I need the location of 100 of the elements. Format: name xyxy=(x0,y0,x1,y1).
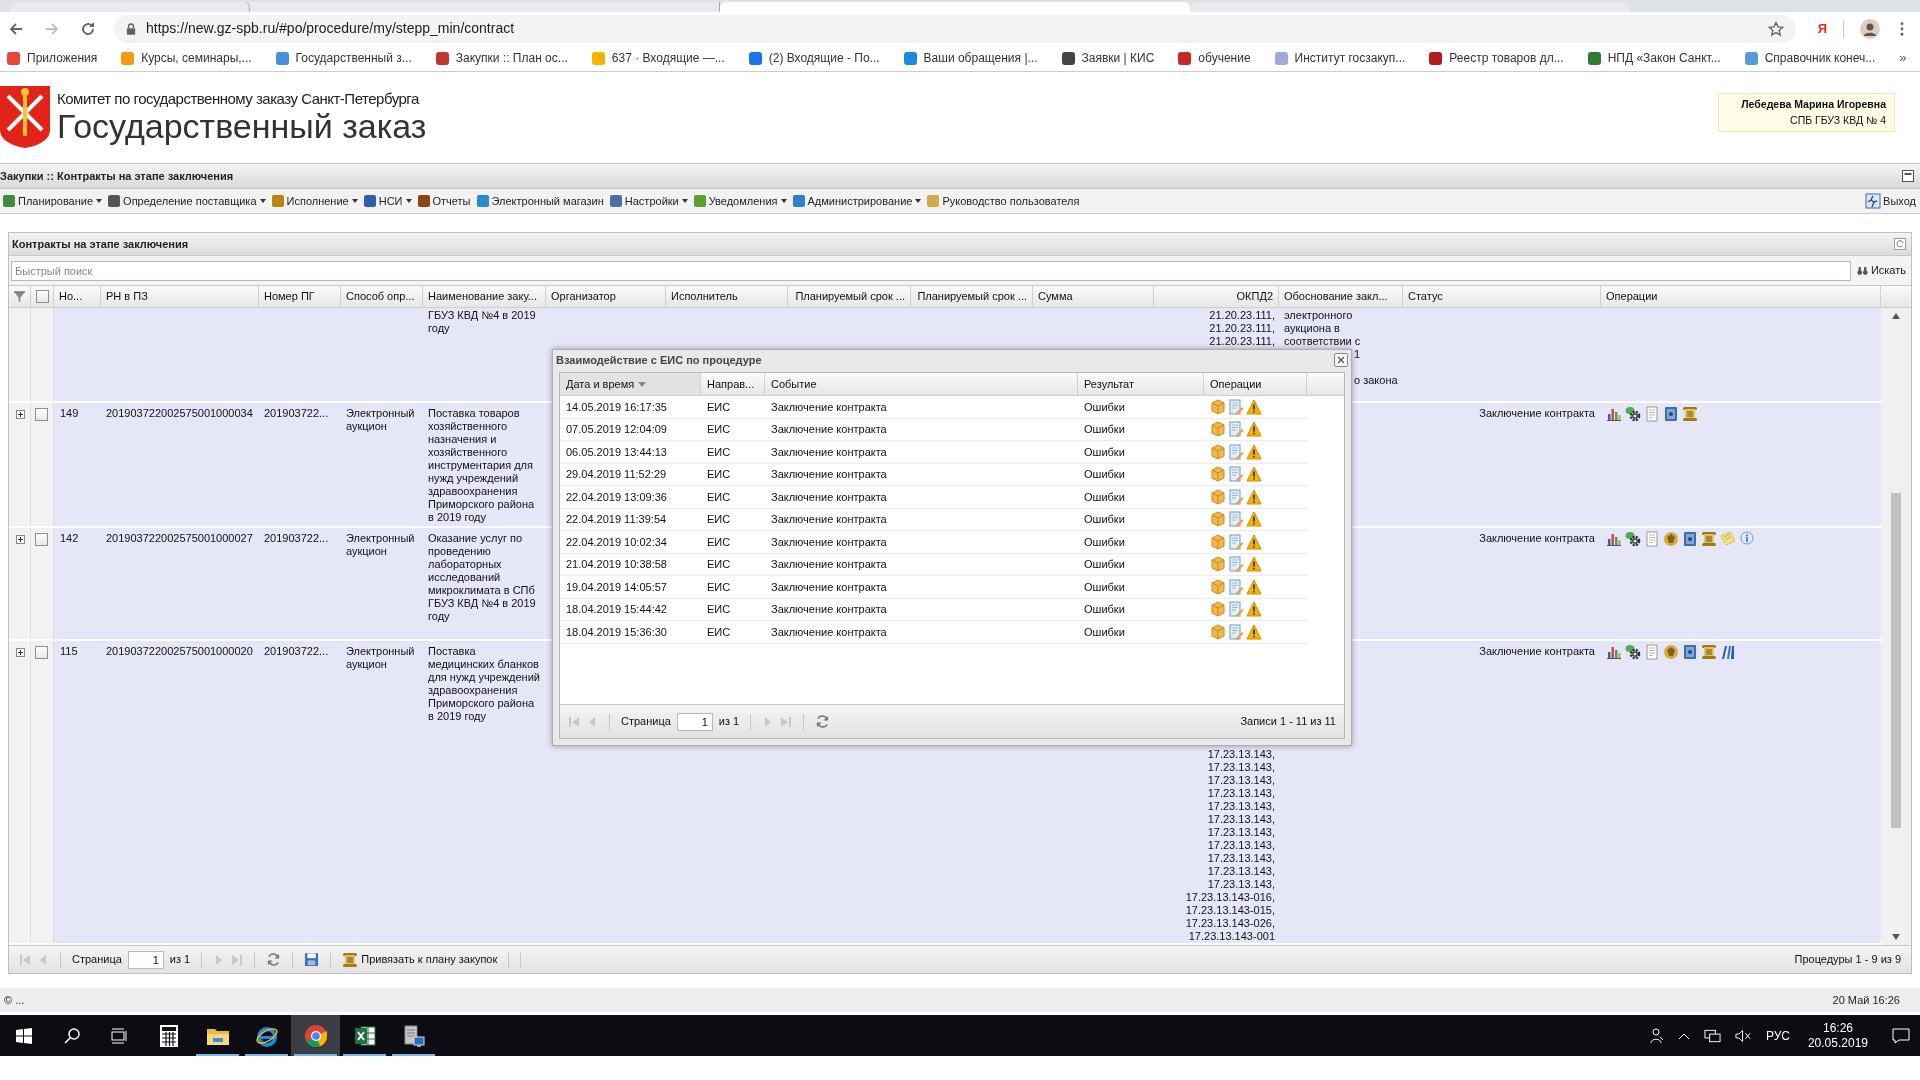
result-cell-text: Ошибки xyxy=(1083,602,1126,617)
event-cell-text: Заключение контракта xyxy=(770,422,888,437)
okpd-code: 17.23.13.143-016, xyxy=(1185,891,1275,904)
event-cell-text: Заключение контракта xyxy=(770,557,888,572)
event-cell-text: Заключение контракта xyxy=(770,579,888,595)
plan-number: 201903722... xyxy=(263,531,330,545)
event-cell-text: Заключение контракта xyxy=(770,399,888,415)
records-summary: Процедуры 1 - 9 из 9 xyxy=(1794,952,1901,968)
event-cell-text: Заключение контракта xyxy=(770,489,888,505)
direction-cell-text: ЕИС xyxy=(706,602,732,617)
okpd-code: 21.20.23.111, xyxy=(1209,322,1275,335)
date-time-cell-text: 22.04.2019 13:09:36 xyxy=(565,489,668,505)
date-time-cell-text: 18.04.2019 15:36:30 xyxy=(565,624,668,640)
registry-number: 201903722002575001000027 xyxy=(105,531,254,545)
event-cell-text: Заключение контракта xyxy=(770,444,888,460)
user-organization: СПБ ГБУЗ КВД № 4 xyxy=(1790,112,1886,128)
result-cell-text: Ошибки xyxy=(1083,422,1126,437)
procurement-method: Электронный аукцион xyxy=(345,531,416,558)
direction-cell-text: ЕИС xyxy=(706,467,732,482)
result-cell-text: Ошибки xyxy=(1083,444,1126,460)
event-cell-text: Заключение контракта xyxy=(770,467,888,482)
user-name: Лебедева Марина Игоревна xyxy=(1741,96,1886,112)
procurement-method: Электронный аукцион xyxy=(345,406,416,433)
row-number: 115 xyxy=(59,644,79,658)
procurement-name: ГБУЗ КВД №4 в 2019 году xyxy=(427,308,537,335)
organization-title: Комитет по государственному заказу Санкт-Петербурга xyxy=(57,90,421,108)
direction-cell-text: ЕИС xyxy=(706,422,732,437)
page-count: из 1 xyxy=(718,714,740,730)
okpd-code: 17.23.13.143, xyxy=(1207,800,1275,813)
plan-number: 201903722... xyxy=(263,406,330,420)
procurement-method: Электронный аукцион xyxy=(345,644,416,671)
okpd-code: 17.23.13.143, xyxy=(1207,839,1275,852)
procurement-name: Поставка медицинских бланков для нужд учреждений здравоохранения Приморского района в 2019 году xyxy=(427,644,541,723)
basis-text: аукциона в xyxy=(1284,322,1341,335)
okpd-code: 21.20.23.111, xyxy=(1209,309,1275,322)
okpd-code: 17.23.13.143, xyxy=(1207,826,1275,839)
status-text: Заключение контракта xyxy=(1478,531,1596,545)
okpd-code: 17.23.13.143, xyxy=(1207,852,1275,865)
date-time-cell-text: 21.04.2019 10:38:58 xyxy=(565,557,668,572)
basis-text: 1 xyxy=(1354,348,1362,361)
event-cell-text: Заключение контракта xyxy=(770,512,888,527)
okpd-code: 21.20.23.111, xyxy=(1209,335,1275,348)
direction-cell-text: ЕИС xyxy=(706,579,732,595)
status-text: Заключение контракта xyxy=(1478,644,1596,658)
okpd-code: 17.23.13.143, xyxy=(1207,813,1275,826)
result-cell-text: Ошибки xyxy=(1083,467,1126,482)
result-cell-text: Ошибки xyxy=(1083,534,1126,550)
direction-cell-text: ЕИС xyxy=(706,624,732,640)
result-cell-text: Ошибки xyxy=(1083,512,1126,527)
direction-cell-text: ЕИС xyxy=(706,557,732,572)
date-time-cell-text: 07.05.2019 12:04:09 xyxy=(565,422,668,437)
event-cell-text: Заключение контракта xyxy=(770,602,888,617)
date-time-cell-text: 06.05.2019 13:44:13 xyxy=(565,444,668,460)
date-time-cell-text: 19.04.2019 14:05:57 xyxy=(565,579,668,595)
panel-title: Контракты на этапе заключения xyxy=(12,236,189,252)
procurement-name: Поставка товаров хозяйственного назначения и хозяйственного инструментария для нужд учреждений здравоохранения Приморского района в 2019 году xyxy=(427,406,536,524)
row-number: 149 xyxy=(59,406,80,420)
date-time-text: 20 Май 16:26 xyxy=(1832,992,1900,1008)
direction-cell-text: ЕИС xyxy=(706,534,732,550)
records-summary: Записи 1 - 11 из 11 xyxy=(1240,714,1336,730)
dialog-title: Взаимодействие с ЕИС по процедуре xyxy=(556,352,762,368)
status-text: Заключение контракта xyxy=(1478,406,1596,420)
date-time-cell-text: 29.04.2019 11:52:29 xyxy=(565,467,668,482)
procurement-name: Оказание услуг по проведению лабораторных исследований микроклимата в СПб ГБУЗ КВД №4 в 2019 году xyxy=(427,531,537,623)
result-cell-text: Ошибки xyxy=(1083,489,1126,505)
page-count: из 1 xyxy=(169,952,191,968)
page-label: Страница xyxy=(72,952,122,968)
copyright-text: © ... xyxy=(4,992,25,1008)
registry-number: 201903722002575001000034 xyxy=(105,406,254,420)
row-number: 142 xyxy=(59,531,80,545)
date-time-cell-text: 18.04.2019 15:44:42 xyxy=(565,602,668,617)
okpd-code: 17.23.13.143, xyxy=(1207,748,1275,761)
okpd-code: 17.23.13.143, xyxy=(1207,865,1275,878)
registry-number: 201903722002575001000020 xyxy=(105,644,254,658)
direction-cell-text: ЕИС xyxy=(706,399,732,415)
result-cell-text: Ошибки xyxy=(1083,624,1126,640)
okpd-code: 17.23.13.143, xyxy=(1207,787,1275,800)
direction-cell-text: ЕИС xyxy=(706,489,732,505)
date-time-cell-text: 22.04.2019 10:02:34 xyxy=(565,534,668,550)
direction-cell-text: ЕИС xyxy=(706,444,732,460)
basis-text: электронного xyxy=(1284,309,1354,322)
page-label: Страница xyxy=(621,714,671,730)
event-cell-text: Заключение контракта xyxy=(770,534,888,550)
okpd-code: 17.23.13.143-015, xyxy=(1185,904,1275,917)
result-cell-text: Ошибки xyxy=(1083,579,1126,595)
okpd-code: 17.23.13.143, xyxy=(1207,774,1275,787)
site-title: Государственный заказ xyxy=(57,108,427,144)
okpd-code: 17.23.13.143, xyxy=(1207,878,1275,891)
page-title: Закупки :: Контракты на этапе заключения xyxy=(0,168,234,184)
direction-cell-text: ЕИС xyxy=(706,512,732,527)
event-cell-text: Заключение контракта xyxy=(770,624,888,640)
basis-text: соответствии с xyxy=(1284,335,1362,348)
result-cell-text: Ошибки xyxy=(1083,557,1126,572)
basis-text: о закона xyxy=(1354,374,1399,387)
date-time-cell-text: 22.04.2019 11:39:54 xyxy=(565,512,668,527)
plan-number: 201903722... xyxy=(263,644,330,658)
okpd-code: 17.23.13.143-026, xyxy=(1185,917,1275,930)
okpd-code: 17.23.13.143-001 xyxy=(1188,930,1275,943)
url-text: https://new.gz-spb.ru/#po/procedure/my/stepp_min/contract xyxy=(146,19,516,38)
result-cell-text: Ошибки xyxy=(1083,399,1126,415)
